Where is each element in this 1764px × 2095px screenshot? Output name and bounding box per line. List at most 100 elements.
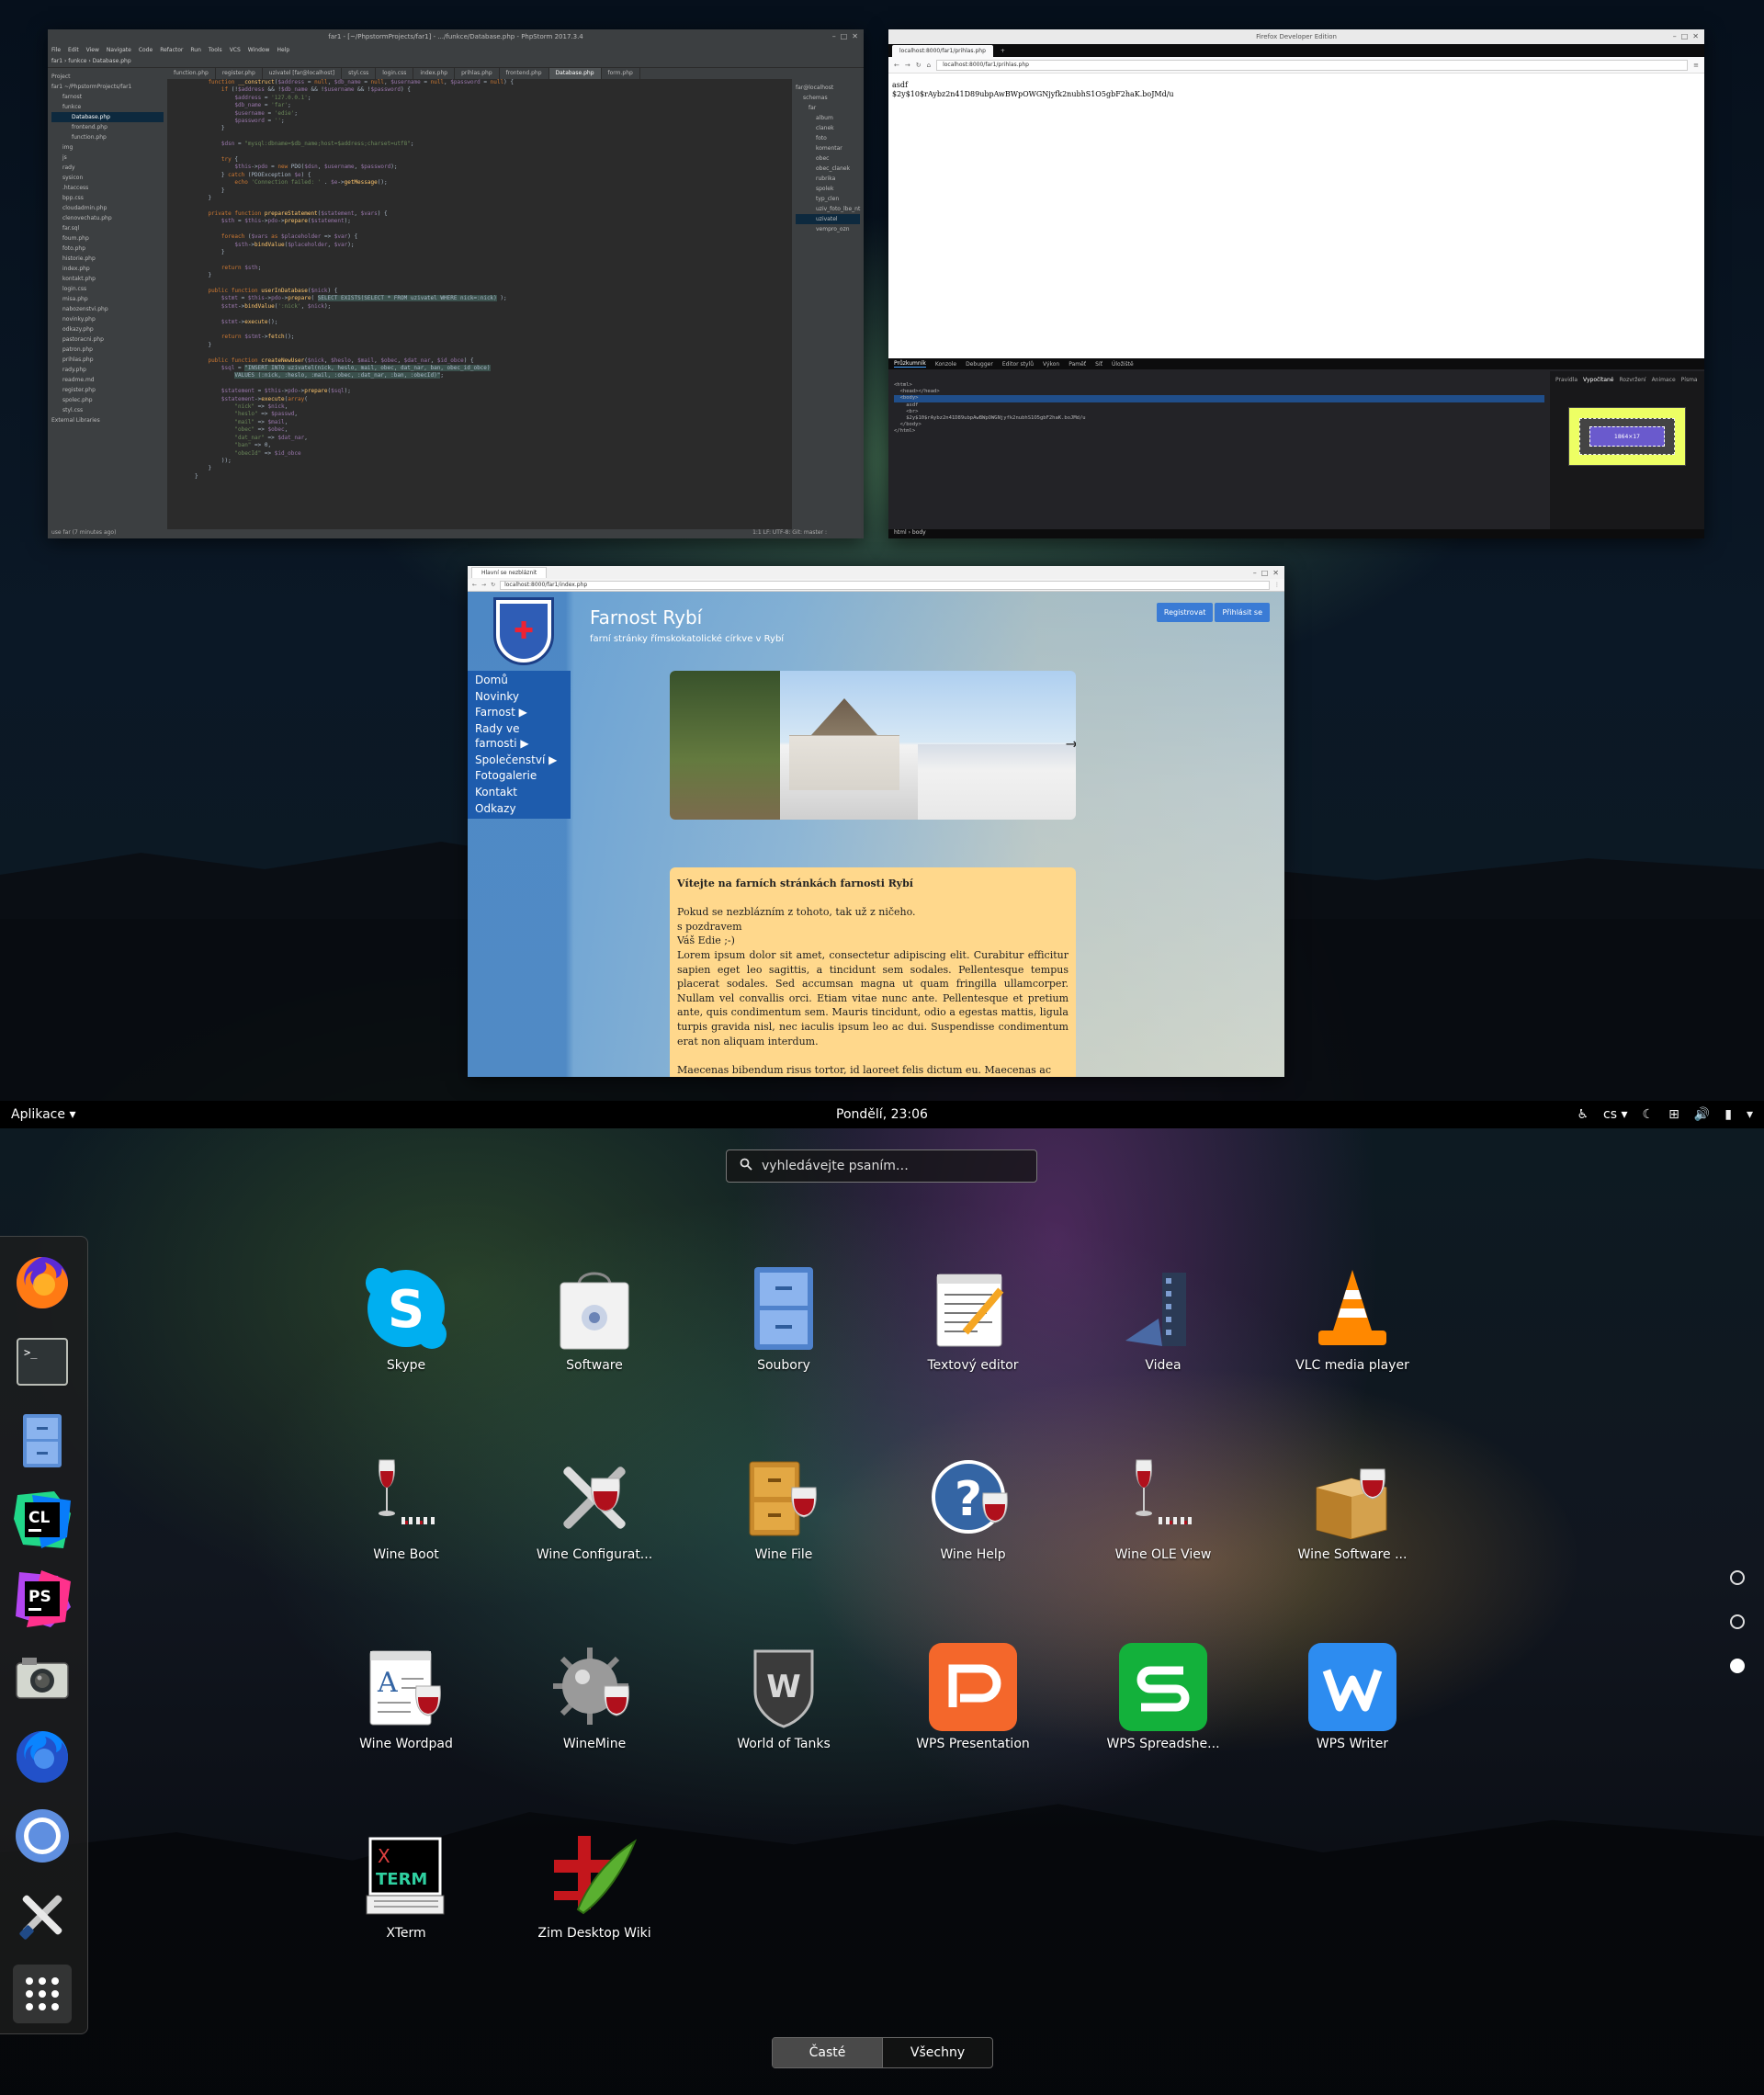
accessibility-icon[interactable]: ♿: [1577, 1107, 1589, 1122]
login-button[interactable]: Přihlásit se: [1215, 603, 1270, 622]
tree-item[interactable]: img: [51, 142, 164, 153]
tab-function[interactable]: function.php: [167, 68, 216, 79]
search-input[interactable]: [762, 1159, 1001, 1173]
next-arrow-icon[interactable]: →: [1066, 735, 1076, 753]
app-wine-help[interactable]: ? Wine Help: [897, 1435, 1049, 1568]
menu-view[interactable]: View: [86, 47, 99, 53]
nav-item-community[interactable]: Společenství ▶: [468, 753, 571, 769]
rules-tab[interactable]: Vypočítané: [1583, 377, 1613, 383]
db-item[interactable]: obec_clanek: [796, 164, 860, 174]
tree-item[interactable]: External Libraries: [51, 415, 164, 425]
tab-form[interactable]: form.php: [602, 68, 640, 79]
tree-item[interactable]: foto.php: [51, 243, 164, 254]
app-skype[interactable]: S Skype: [330, 1246, 482, 1378]
dash-camera-icon[interactable]: [13, 1648, 72, 1707]
nav-item-councils[interactable]: Rady ve farnosti ▶: [468, 721, 571, 752]
dash-clion-icon[interactable]: CL: [13, 1490, 72, 1549]
back-icon[interactable]: ←: [472, 582, 477, 588]
tree-item[interactable]: pastoracni.php: [51, 334, 164, 345]
app-videos[interactable]: Videa: [1087, 1246, 1239, 1378]
app-zim[interactable]: Zim Desktop Wiki: [518, 1814, 671, 1946]
nav-item-news[interactable]: Novinky: [468, 689, 571, 706]
code-editor[interactable]: function __construct($address = null, $d…: [167, 79, 792, 529]
dash-chromium-icon[interactable]: [13, 1806, 72, 1865]
tab-styl[interactable]: styl.css: [342, 68, 377, 79]
tab-uzivatel[interactable]: uzivatel [far@localhost]: [263, 68, 343, 79]
tab-login[interactable]: login.css: [376, 68, 414, 79]
devtools-tab-network[interactable]: Síť: [1095, 361, 1102, 368]
reload-icon[interactable]: ↻: [491, 582, 495, 588]
farnost-browser-window[interactable]: Hlavní se nezbláznit – □ ✕ ← → ↻ localhost…: [468, 566, 1284, 1077]
minimize-icon[interactable]: –: [1673, 32, 1677, 40]
volume-icon[interactable]: 🔊: [1694, 1107, 1710, 1122]
tree-item[interactable]: far1 ~/PhpstormProjects/far1: [51, 82, 164, 92]
app-software[interactable]: Software: [518, 1246, 671, 1378]
nav-item-contact[interactable]: Kontakt: [468, 785, 571, 801]
app-wine-software[interactable]: Wine Software ...: [1276, 1435, 1429, 1568]
tree-item[interactable]: clenovechatu.php: [51, 213, 164, 223]
devtools-tab-inspector[interactable]: Průzkumník: [894, 360, 926, 368]
battery-icon[interactable]: ▮: [1724, 1107, 1732, 1122]
rules-tab[interactable]: Pravidla: [1555, 377, 1577, 383]
forward-icon[interactable]: →: [481, 582, 486, 588]
menu-vcs[interactable]: VCS: [230, 47, 241, 53]
nav-item-links[interactable]: Odkazy: [468, 801, 571, 818]
window-titlebar[interactable]: Firefox Developer Edition – □ ✕: [888, 29, 1704, 44]
network-icon[interactable]: ⊞: [1668, 1107, 1679, 1122]
menu-code[interactable]: Code: [139, 47, 153, 53]
db-item[interactable]: obec: [796, 153, 860, 164]
menu-icon[interactable]: ⋮: [1274, 582, 1280, 588]
page-dot-active[interactable]: [1730, 1659, 1745, 1673]
browser-tab[interactable]: Hlavní se nezbláznit: [471, 567, 548, 578]
applications-menu[interactable]: Aplikace ▾: [11, 1107, 75, 1122]
minimize-icon[interactable]: –: [832, 32, 836, 40]
app-world-of-tanks[interactable]: W World of Tanks: [707, 1625, 860, 1757]
tree-item[interactable]: misa.php: [51, 294, 164, 304]
tree-item[interactable]: .htaccess: [51, 183, 164, 193]
menu-navigate[interactable]: Navigate: [107, 47, 131, 53]
db-item[interactable]: uzivatel: [796, 214, 860, 224]
app-wine-file[interactable]: Wine File: [707, 1435, 860, 1568]
reload-icon[interactable]: ↻: [916, 62, 922, 69]
menu-edit[interactable]: Edit: [68, 47, 79, 53]
tree-item[interactable]: funkce: [51, 102, 164, 112]
markup-view[interactable]: <html> <head></head> <body> asdf <br> $2…: [888, 371, 1550, 529]
db-item[interactable]: clanek: [796, 123, 860, 133]
app-wps-writer[interactable]: WPS Writer: [1276, 1625, 1429, 1757]
dash-files-icon[interactable]: [13, 1411, 72, 1470]
maximize-icon[interactable]: □: [1261, 569, 1269, 577]
minimize-icon[interactable]: –: [1253, 569, 1257, 577]
db-item[interactable]: uziv_foto_lbe_nt: [796, 204, 860, 214]
tree-item[interactable]: register.php: [51, 385, 164, 395]
tree-item[interactable]: kontakt.php: [51, 274, 164, 284]
db-item[interactable]: far: [796, 103, 860, 113]
chevron-down-icon[interactable]: ▾: [1747, 1107, 1753, 1122]
tree-item[interactable]: frontend.php: [51, 122, 164, 132]
devtools-tab-debugger[interactable]: Debugger: [966, 361, 993, 368]
tree-item[interactable]: rady.php: [51, 365, 164, 375]
page-dot[interactable]: [1730, 1570, 1745, 1585]
window-titlebar[interactable]: far1 - [~/PhpstormProjects/far1] - .../f…: [48, 29, 864, 44]
db-item[interactable]: far@localhost: [796, 83, 860, 93]
menu-window[interactable]: Window: [248, 47, 270, 53]
firefox-dev-window[interactable]: Firefox Developer Edition – □ ✕ localhost:…: [888, 29, 1704, 538]
tree-item[interactable]: rady: [51, 163, 164, 173]
app-winemine[interactable]: WineMine: [518, 1625, 671, 1757]
tree-item[interactable]: nabozenstvi.php: [51, 304, 164, 314]
tree-item[interactable]: sysicon: [51, 173, 164, 183]
frequent-button[interactable]: Časté: [773, 2038, 883, 2067]
dash-tools-icon[interactable]: [13, 1886, 72, 1944]
tree-item[interactable]: login.css: [51, 284, 164, 294]
tree-item[interactable]: novinky.php: [51, 314, 164, 324]
tab-index[interactable]: index.php: [413, 68, 456, 79]
night-light-icon[interactable]: ☾: [1643, 1107, 1655, 1122]
dash-phpstorm-icon[interactable]: PS: [13, 1569, 72, 1628]
tree-item[interactable]: Database.php: [51, 112, 164, 122]
menu-run[interactable]: Run: [190, 47, 201, 53]
tree-item[interactable]: odkazy.php: [51, 324, 164, 334]
keyboard-layout[interactable]: cs ▾: [1603, 1107, 1627, 1122]
tree-item[interactable]: patron.php: [51, 345, 164, 355]
dash-terminal-icon[interactable]: >_: [13, 1332, 72, 1391]
devtools-tab-storage[interactable]: Úložiště: [1112, 361, 1134, 368]
close-icon[interactable]: ✕: [852, 32, 858, 40]
